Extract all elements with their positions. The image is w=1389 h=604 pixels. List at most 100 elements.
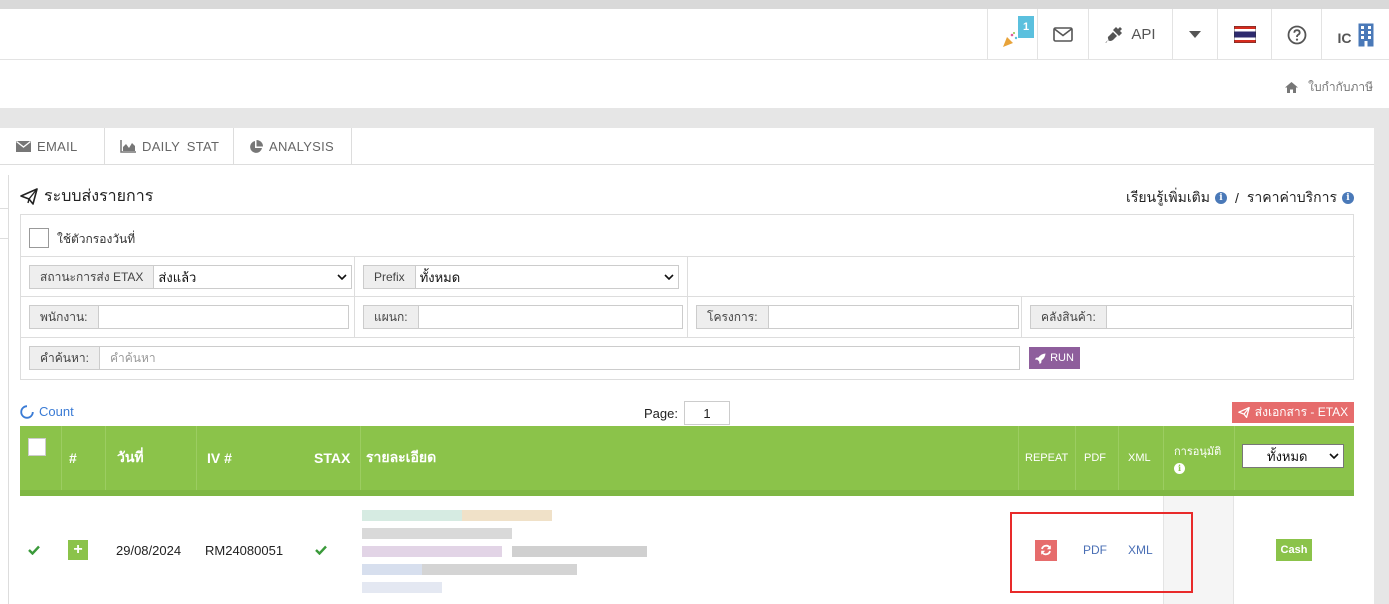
- row-iv[interactable]: RM24080051: [205, 496, 283, 604]
- employee-input[interactable]: [98, 305, 349, 329]
- filter-cell: คลังสินค้า:: [1021, 297, 1355, 337]
- date-filter-label: ใช้ตัวกรองวันที่: [57, 232, 136, 246]
- mail-button[interactable]: [1037, 9, 1088, 60]
- row-status-cell: Cash: [1276, 496, 1312, 604]
- row-expand-cell: +: [68, 496, 88, 604]
- table-row: + 29/08/2024 RM24080051 PDF XML Cash: [20, 496, 1354, 604]
- filter-cell: สถานะการส่ง ETAX ส่งแล้ว: [21, 257, 354, 296]
- envelope-icon: [16, 141, 31, 152]
- project-input[interactable]: [768, 305, 1019, 329]
- filter-cell: แผนก:: [354, 297, 687, 337]
- header-checkbox-cell: [20, 426, 61, 490]
- plug-icon: [1105, 26, 1123, 43]
- info-icon: i: [1342, 192, 1354, 204]
- row-stax: [315, 496, 327, 604]
- prefix-group: Prefix ทั้งหมด: [363, 265, 679, 289]
- check-icon: [315, 545, 327, 555]
- approval-filter-select[interactable]: ทั้งหมด: [1242, 444, 1344, 468]
- envelope-icon: [1053, 27, 1073, 42]
- help-button[interactable]: [1271, 9, 1321, 60]
- area-chart-icon: [120, 140, 136, 153]
- header-iv[interactable]: IV #: [196, 426, 305, 490]
- learn-more-link[interactable]: เรียนรู้เพิ่มเติม: [1126, 187, 1210, 209]
- run-label: RUN: [1050, 352, 1074, 364]
- etax-status-select[interactable]: ส่งแล้ว: [154, 265, 353, 289]
- info-icon: i: [1215, 192, 1227, 204]
- warehouse-group: คลังสินค้า:: [1030, 305, 1352, 329]
- section-title-text: ระบบส่งรายการ: [44, 188, 154, 205]
- thai-flag-icon: [1233, 26, 1256, 43]
- department-label: แผนก:: [363, 305, 419, 329]
- main-panel: EMAIL DAILY STAT ANALYSIS ระบบส่งรายการ: [0, 128, 1374, 604]
- notifications-button[interactable]: 1: [987, 9, 1037, 60]
- page-input[interactable]: 1: [683, 401, 730, 425]
- section-title: ระบบส่งรายการ: [20, 184, 153, 209]
- date-filter-checkbox[interactable]: [29, 228, 49, 248]
- browser-top-strip: [0, 0, 1389, 9]
- dropdown-button[interactable]: [1172, 9, 1217, 60]
- etax-status-label: สถานะการส่ง ETAX: [29, 265, 155, 289]
- send-etax-button[interactable]: ส่งเอกสาร - ETAX: [1232, 402, 1354, 423]
- pricing-link[interactable]: ราคาค่าบริการ: [1247, 187, 1337, 209]
- caret-down-icon: [1189, 30, 1201, 38]
- expand-row-button[interactable]: +: [68, 540, 88, 560]
- tab-daily-stat-label: DAILY STAT: [142, 139, 220, 154]
- count-button[interactable]: Count: [20, 404, 74, 419]
- chevron-down-icon: [337, 274, 347, 280]
- department-group: แผนก:: [363, 305, 683, 329]
- filter-panel: ใช้ตัวกรองวันที่ สถานะการส่ง ETAX ส่งแล้…: [20, 214, 1355, 380]
- paper-plane-icon: [1237, 407, 1250, 418]
- row-date: 29/08/2024: [116, 542, 182, 558]
- header-approval: การอนุมัติ i: [1163, 426, 1234, 490]
- header-detail: รายละเอียด: [360, 426, 1018, 490]
- breadcrumb: ใบกำกับภาษี: [1285, 78, 1373, 97]
- header-date[interactable]: วันที่: [105, 426, 196, 490]
- question-circle-icon: [1287, 25, 1306, 44]
- employee-label: พนักงาน:: [29, 305, 99, 329]
- company-initials: IC: [1337, 29, 1352, 46]
- header-num: #: [61, 426, 105, 490]
- prefix-label: Prefix: [363, 265, 416, 289]
- company-button[interactable]: IC: [1321, 9, 1389, 60]
- left-divider-stub: [0, 208, 8, 209]
- department-input[interactable]: [418, 305, 683, 329]
- run-button[interactable]: RUN: [1029, 347, 1080, 369]
- language-button[interactable]: [1217, 9, 1271, 60]
- send-etax-label: ส่งเอกสาร - ETAX: [1254, 405, 1349, 419]
- search-input[interactable]: คำค้นหา: [99, 346, 1020, 370]
- paper-plane-icon: [20, 188, 38, 205]
- home-icon[interactable]: [1285, 82, 1299, 93]
- chevron-down-icon: [664, 274, 674, 280]
- tab-email[interactable]: EMAIL: [0, 128, 105, 165]
- table-header: # วันที่ IV # STAX รายละเอียด REPEAT PDF…: [20, 426, 1354, 490]
- employee-group: พนักงาน:: [29, 305, 349, 329]
- warehouse-label: คลังสินค้า:: [1030, 305, 1107, 329]
- filter-cell: พนักงาน:: [21, 297, 354, 337]
- header-pdf: PDF: [1075, 426, 1118, 490]
- search-group: คำค้นหา: คำค้นหา: [29, 346, 1020, 370]
- notification-count-badge: 1: [1018, 16, 1034, 38]
- filter-row-search: คำค้นหา: คำค้นหา RUN: [21, 337, 1355, 380]
- project-group: โครงการ:: [696, 305, 1019, 329]
- api-button[interactable]: API: [1088, 9, 1172, 60]
- tab-analysis[interactable]: ANALYSIS: [234, 128, 352, 165]
- prefix-value: ทั้งหมด: [419, 269, 461, 285]
- spinner-icon: [20, 404, 34, 419]
- search-label: คำค้นหา:: [29, 346, 100, 370]
- filter-row-status: สถานะการส่ง ETAX ส่งแล้ว Prefix ทั้งหมด: [21, 256, 1355, 296]
- tab-daily-stat[interactable]: DAILY STAT: [105, 128, 234, 165]
- filter-cell: โครงการ:: [687, 297, 1021, 337]
- etax-status-value: ส่งแล้ว: [158, 269, 197, 285]
- cash-status-button[interactable]: Cash: [1276, 539, 1312, 561]
- project-label: โครงการ:: [696, 305, 769, 329]
- select-all-checkbox[interactable]: [28, 438, 46, 456]
- filter-row-dimensions: พนักงาน: แผนก: โครงการ: คลังสินค้า:: [21, 296, 1355, 337]
- blurred-detail: [362, 500, 668, 600]
- header-xml: XML: [1118, 426, 1163, 490]
- warehouse-input[interactable]: [1106, 305, 1352, 329]
- etax-status-group: สถานะการส่ง ETAX ส่งแล้ว: [29, 265, 353, 289]
- prefix-select[interactable]: ทั้งหมด: [415, 265, 679, 289]
- filter-row-date: ใช้ตัวกรองวันที่: [21, 215, 1355, 256]
- breadcrumb-bar: ใบกำกับภาษี: [0, 60, 1389, 108]
- row-stax-check: [28, 496, 40, 604]
